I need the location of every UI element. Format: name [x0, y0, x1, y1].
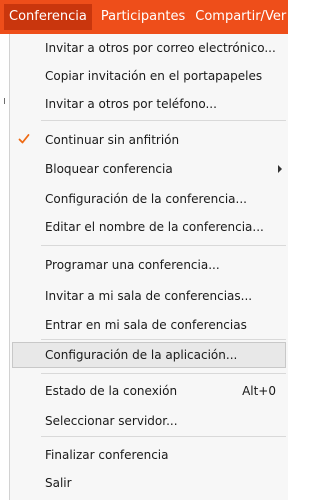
menu-item-label: Configuración de la conferencia... [45, 192, 247, 206]
menu-item-invite-to-room[interactable]: Invitar a mi sala de conferencias... [10, 283, 288, 309]
menu-item-label: Estado de la conexión [45, 384, 178, 398]
menu-item-copy-invitation[interactable]: Copiar invitación en el portapapeles [10, 63, 288, 89]
background-window-edge [4, 98, 5, 104]
menu-item-label: Invitar a otros por teléfono... [45, 97, 217, 111]
menu-item-label: Salir [45, 476, 72, 490]
menu-item-label: Invitar a otros por correo electrónico..… [45, 41, 276, 55]
menu-item-lock-conference[interactable]: Bloquear conferencia [10, 156, 288, 182]
menu-item-invite-email[interactable]: Invitar a otros por correo electrónico..… [10, 35, 288, 61]
menu-item-schedule-conference[interactable]: Programar una conferencia... [10, 252, 288, 278]
menu-compartir-ver[interactable]: Compartir/Ver [190, 4, 291, 30]
menu-item-label: Entrar en mi sala de conferencias [45, 318, 247, 332]
menu-item-label: Seleccionar servidor... [45, 414, 178, 428]
menu-separator [41, 373, 286, 374]
menu-item-label: Invitar a mi sala de conferencias... [45, 289, 253, 303]
menu-item-conference-settings[interactable]: Configuración de la conferencia... [10, 186, 288, 212]
menu-separator [41, 339, 286, 340]
menu-item-application-settings[interactable]: Configuración de la aplicación... [12, 342, 286, 368]
shortcut-label: Alt+0 [242, 384, 276, 398]
menu-item-label: Editar el nombre de la conferencia... [45, 220, 264, 234]
menu-item-edit-conference-name[interactable]: Editar el nombre de la conferencia... [10, 214, 288, 240]
menu-item-end-conference[interactable]: Finalizar conferencia [10, 442, 288, 468]
menu-separator [41, 245, 286, 246]
menu-item-label: Finalizar conferencia [45, 448, 169, 462]
menu-item-label: Configuración de la aplicación... [45, 348, 238, 362]
menu-item-enter-room[interactable]: Entrar en mi sala de conferencias [10, 312, 288, 338]
menu-item-label: Programar una conferencia... [45, 258, 220, 272]
menu-separator [41, 436, 286, 437]
menu-item-label: Continuar sin anfitrión [45, 133, 180, 147]
menu-separator [41, 120, 286, 121]
menu-participantes[interactable]: Participantes [96, 4, 190, 30]
submenu-arrow-icon [278, 165, 282, 173]
menu-conferencia[interactable]: Conferencia [4, 4, 92, 30]
menu-item-connection-status[interactable]: Estado de la conexión Alt+0 [10, 378, 288, 404]
menu-item-select-server[interactable]: Seleccionar servidor... [10, 408, 288, 434]
conferencia-dropdown-menu: Invitar a otros por correo electrónico..… [9, 34, 288, 500]
menu-item-label: Bloquear conferencia [45, 162, 173, 176]
check-icon [18, 134, 30, 144]
menu-item-continue-without-host[interactable]: Continuar sin anfitrión [10, 127, 288, 153]
menu-bar: Conferencia Participantes Compartir/Ver [0, 0, 288, 34]
menu-item-exit[interactable]: Salir [10, 470, 288, 496]
menu-item-label: Copiar invitación en el portapapeles [45, 69, 263, 83]
menu-item-invite-phone[interactable]: Invitar a otros por teléfono... [10, 91, 288, 117]
